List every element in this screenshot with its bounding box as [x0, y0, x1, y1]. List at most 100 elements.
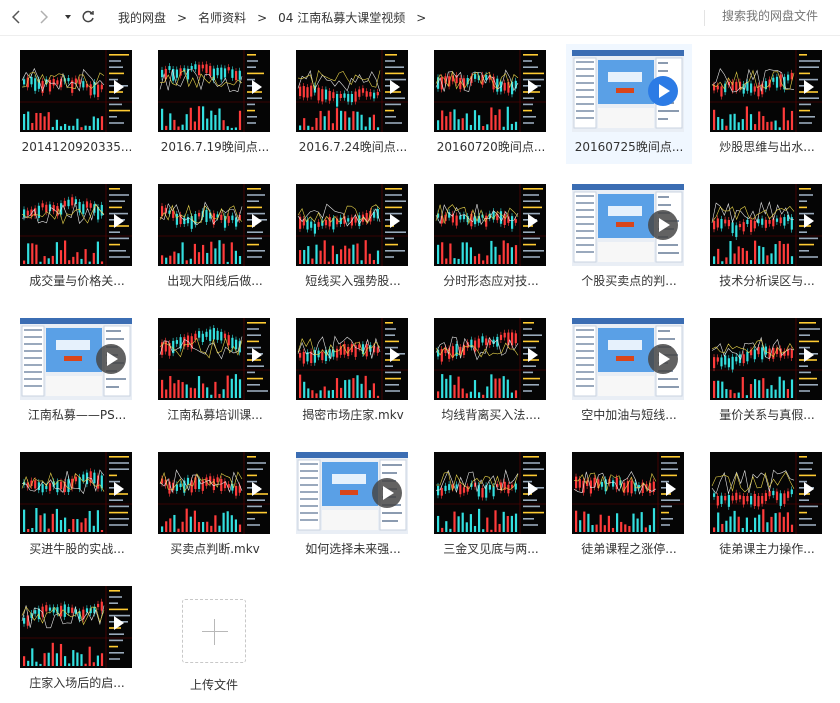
play-icon[interactable]	[96, 344, 126, 374]
play-icon[interactable]	[252, 482, 262, 496]
play-icon[interactable]	[804, 482, 814, 496]
file-name[interactable]: 2016.7.19晚间点...	[152, 140, 278, 154]
file-name[interactable]: 徒弟课主力操作...	[704, 542, 830, 556]
file-item[interactable]: 徒弟课程之涨停...	[566, 446, 692, 566]
file-item[interactable]: 江南私募培训课...	[152, 312, 278, 432]
play-icon[interactable]	[528, 482, 538, 496]
file-name[interactable]: 分时形态应对技...	[428, 274, 554, 288]
file-name[interactable]: 炒股思维与出水...	[704, 140, 830, 154]
video-thumbnail	[158, 184, 270, 266]
play-icon[interactable]	[804, 214, 814, 228]
file-name[interactable]: 均线背离买入法....	[428, 408, 554, 422]
play-icon[interactable]	[372, 478, 402, 508]
video-thumbnail	[20, 452, 132, 534]
play-icon[interactable]	[804, 348, 814, 362]
play-icon[interactable]	[528, 348, 538, 362]
play-icon[interactable]	[648, 210, 678, 240]
video-thumbnail	[434, 318, 546, 400]
play-icon[interactable]	[252, 80, 262, 94]
play-icon[interactable]	[648, 76, 678, 106]
video-thumbnail	[20, 318, 132, 400]
file-item[interactable]: 买进牛股的实战...	[14, 446, 140, 566]
file-item[interactable]: 出现大阳线后做...	[152, 178, 278, 298]
toolbar: 我的网盘 > 名师资料 >04 江南私募大课堂视频 >	[0, 0, 840, 36]
play-icon[interactable]	[390, 80, 400, 94]
play-icon[interactable]	[648, 344, 678, 374]
video-thumbnail	[296, 50, 408, 132]
file-name[interactable]: 20160720晚间点...	[428, 140, 554, 154]
file-item[interactable]: 江南私募——PS...	[14, 312, 140, 432]
play-icon[interactable]	[252, 214, 262, 228]
file-item[interactable]: 2016.7.19晚间点...	[152, 44, 278, 164]
file-name[interactable]: 技术分析误区与...	[704, 274, 830, 288]
file-item[interactable]: 20160720晚间点...	[428, 44, 554, 164]
file-name[interactable]: 2014120920335...	[14, 140, 140, 154]
video-thumbnail	[572, 318, 684, 400]
caret-down-icon[interactable]	[58, 6, 78, 28]
file-name[interactable]: 庄家入场后的启...	[14, 676, 140, 690]
file-name[interactable]: 江南私募——PS...	[14, 408, 140, 422]
video-thumbnail	[710, 452, 822, 534]
file-name[interactable]: 买卖点判断.mkv	[152, 542, 278, 556]
upload-label[interactable]: 上传文件	[150, 676, 278, 693]
file-item[interactable]: 庄家入场后的启...	[14, 580, 140, 700]
file-name[interactable]: 三金叉见底与两...	[428, 542, 554, 556]
play-icon[interactable]	[528, 214, 538, 228]
file-item[interactable]: 2014120920335...	[14, 44, 140, 164]
file-item[interactable]: 短线买入强势股...	[290, 178, 416, 298]
file-item[interactable]: 分时形态应对技...	[428, 178, 554, 298]
search-input[interactable]	[722, 9, 834, 23]
file-name[interactable]: 揭密市场庄家.mkv	[290, 408, 416, 422]
file-item[interactable]: 揭密市场庄家.mkv	[290, 312, 416, 432]
video-thumbnail	[572, 50, 684, 132]
video-thumbnail	[158, 452, 270, 534]
play-icon[interactable]	[252, 348, 262, 362]
play-icon[interactable]	[528, 80, 538, 94]
file-name[interactable]: 成交量与价格关...	[14, 274, 140, 288]
file-item[interactable]: 如何选择未来强...	[290, 446, 416, 566]
file-item[interactable]: 徒弟课主力操作...	[704, 446, 830, 566]
breadcrumb-item-current[interactable]: 04 江南私募大课堂视频	[278, 9, 405, 26]
file-name[interactable]: 如何选择未来强...	[290, 542, 416, 556]
file-name[interactable]: 20160725晚间点...	[566, 140, 692, 154]
video-thumbnail	[158, 50, 270, 132]
file-item[interactable]: 三金叉见底与两...	[428, 446, 554, 566]
play-icon[interactable]	[666, 482, 676, 496]
file-item[interactable]: 技术分析误区与...	[704, 178, 830, 298]
file-item[interactable]: 成交量与价格关...	[14, 178, 140, 298]
upload-button[interactable]	[182, 599, 246, 663]
play-icon[interactable]	[114, 616, 124, 630]
play-icon[interactable]	[114, 80, 124, 94]
file-item[interactable]: 量价关系与真假...	[704, 312, 830, 432]
play-icon[interactable]	[804, 80, 814, 94]
play-icon[interactable]	[390, 214, 400, 228]
file-item[interactable]: 均线背离买入法....	[428, 312, 554, 432]
breadcrumb-separator[interactable]: >	[416, 11, 426, 25]
file-item[interactable]: 个股买卖点的判...	[566, 178, 692, 298]
file-item[interactable]: 20160725晚间点...	[566, 44, 692, 164]
play-icon[interactable]	[390, 348, 400, 362]
file-name[interactable]: 江南私募培训课...	[152, 408, 278, 422]
file-name[interactable]: 个股买卖点的判...	[566, 274, 692, 288]
file-item[interactable]: 买卖点判断.mkv	[152, 446, 278, 566]
file-name[interactable]: 买进牛股的实战...	[14, 542, 140, 556]
chevron-left-icon[interactable]	[6, 6, 26, 28]
play-icon[interactable]	[114, 214, 124, 228]
file-item[interactable]: 空中加油与短线...	[566, 312, 692, 432]
file-name[interactable]: 量价关系与真假...	[704, 408, 830, 422]
breadcrumb-item-root[interactable]: 我的网盘	[118, 9, 166, 26]
video-thumbnail	[20, 586, 132, 668]
file-item[interactable]: 2016.7.24晚间点...	[290, 44, 416, 164]
file-name[interactable]: 空中加油与短线...	[566, 408, 692, 422]
file-item[interactable]: 炒股思维与出水...	[704, 44, 830, 164]
file-name[interactable]: 徒弟课程之涨停...	[566, 542, 692, 556]
play-icon[interactable]	[114, 482, 124, 496]
file-name[interactable]: 出现大阳线后做...	[152, 274, 278, 288]
video-thumbnail	[20, 184, 132, 266]
video-thumbnail	[572, 184, 684, 266]
chevron-right-icon[interactable]	[34, 6, 54, 28]
refresh-icon[interactable]	[78, 6, 98, 28]
file-name[interactable]: 2016.7.24晚间点...	[290, 140, 416, 154]
file-name[interactable]: 短线买入强势股...	[290, 274, 416, 288]
breadcrumb-item-teachers[interactable]: 名师资料	[198, 9, 246, 26]
